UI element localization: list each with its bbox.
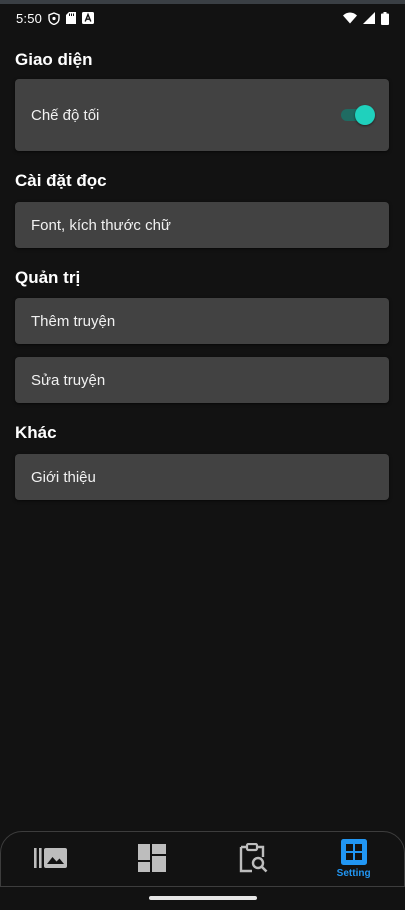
library-icon: [34, 846, 68, 870]
section-title-reading: Cài đặt đọc: [15, 171, 107, 190]
edit-story-label: Sửa truyện: [31, 371, 106, 389]
signal-icon: [363, 12, 375, 24]
dark-mode-row[interactable]: Chế độ tối: [15, 79, 389, 151]
grid-icon: [340, 839, 367, 865]
section-title-other: Khác: [15, 423, 57, 442]
dashboard-icon: [138, 843, 167, 872]
a-box-icon: [82, 12, 95, 24]
search-clipboard-icon: [238, 842, 268, 873]
add-story-row[interactable]: Thêm truyện: [15, 298, 389, 344]
status-right: [343, 11, 389, 25]
sd-card-icon: [66, 12, 77, 24]
dark-mode-toggle[interactable]: [339, 105, 375, 125]
toggle-thumb: [355, 105, 375, 125]
about-row[interactable]: Giới thiệu: [15, 454, 389, 500]
edit-story-row[interactable]: Sửa truyện: [15, 357, 389, 403]
section-title-appearance: Giao diện: [15, 50, 93, 69]
add-story-label: Thêm truyện: [31, 312, 116, 330]
nav-item-search-clipboard[interactable]: [203, 832, 304, 886]
nav-label-setting: Setting: [336, 868, 371, 879]
status-time: 5:50: [16, 10, 43, 26]
settings-content: Giao diện Chế độ tối Cài đặt đọc Font, k…: [15, 46, 389, 500]
font-size-label: Font, kích thước chữ: [31, 216, 171, 234]
gesture-bar[interactable]: [149, 896, 257, 900]
wifi-icon: [343, 12, 357, 24]
shield-icon: [48, 11, 60, 25]
about-label: Giới thiệu: [31, 468, 96, 486]
font-size-row[interactable]: Font, kích thước chữ: [15, 202, 389, 248]
nav-item-setting[interactable]: Setting: [303, 832, 404, 886]
dark-mode-label: Chế độ tối: [31, 106, 100, 124]
battery-icon: [381, 11, 389, 25]
status-bar: 5:50: [0, 4, 405, 32]
nav-item-dashboard[interactable]: [102, 832, 203, 886]
nav-item-library[interactable]: [1, 832, 102, 886]
section-title-admin: Quản trị: [15, 268, 81, 287]
bottom-navigation: Setting: [0, 831, 405, 887]
status-left: 5:50: [16, 10, 95, 26]
